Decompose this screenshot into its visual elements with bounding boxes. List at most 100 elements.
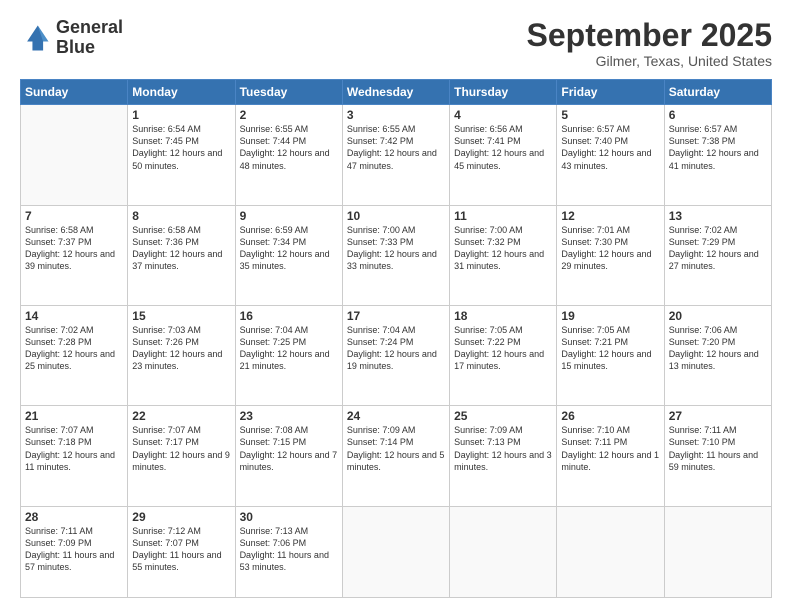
calendar-cell: 24Sunrise: 7:09 AM Sunset: 7:14 PM Dayli… bbox=[342, 406, 449, 506]
logo-text: General Blue bbox=[56, 18, 123, 58]
logo-icon bbox=[20, 22, 52, 54]
calendar-cell: 25Sunrise: 7:09 AM Sunset: 7:13 PM Dayli… bbox=[450, 406, 557, 506]
page: General Blue September 2025 Gilmer, Texa… bbox=[0, 0, 792, 612]
day-info: Sunrise: 7:13 AM Sunset: 7:06 PM Dayligh… bbox=[240, 525, 338, 574]
day-info: Sunrise: 6:54 AM Sunset: 7:45 PM Dayligh… bbox=[132, 123, 230, 172]
day-number: 5 bbox=[561, 108, 659, 122]
calendar-cell: 27Sunrise: 7:11 AM Sunset: 7:10 PM Dayli… bbox=[664, 406, 771, 506]
calendar-week-4: 21Sunrise: 7:07 AM Sunset: 7:18 PM Dayli… bbox=[21, 406, 772, 506]
col-thursday: Thursday bbox=[450, 80, 557, 105]
day-number: 8 bbox=[132, 209, 230, 223]
col-friday: Friday bbox=[557, 80, 664, 105]
day-info: Sunrise: 6:58 AM Sunset: 7:37 PM Dayligh… bbox=[25, 224, 123, 273]
day-number: 15 bbox=[132, 309, 230, 323]
day-info: Sunrise: 7:04 AM Sunset: 7:25 PM Dayligh… bbox=[240, 324, 338, 373]
day-info: Sunrise: 6:57 AM Sunset: 7:40 PM Dayligh… bbox=[561, 123, 659, 172]
day-number: 25 bbox=[454, 409, 552, 423]
title-block: September 2025 Gilmer, Texas, United Sta… bbox=[527, 18, 772, 69]
day-info: Sunrise: 7:12 AM Sunset: 7:07 PM Dayligh… bbox=[132, 525, 230, 574]
day-number: 22 bbox=[132, 409, 230, 423]
calendar-header-row: Sunday Monday Tuesday Wednesday Thursday… bbox=[21, 80, 772, 105]
logo: General Blue bbox=[20, 18, 123, 58]
calendar-cell: 17Sunrise: 7:04 AM Sunset: 7:24 PM Dayli… bbox=[342, 305, 449, 405]
day-number: 17 bbox=[347, 309, 445, 323]
day-number: 13 bbox=[669, 209, 767, 223]
calendar-cell: 3Sunrise: 6:55 AM Sunset: 7:42 PM Daylig… bbox=[342, 105, 449, 205]
day-number: 14 bbox=[25, 309, 123, 323]
calendar-cell: 28Sunrise: 7:11 AM Sunset: 7:09 PM Dayli… bbox=[21, 506, 128, 597]
day-number: 3 bbox=[347, 108, 445, 122]
day-number: 21 bbox=[25, 409, 123, 423]
location: Gilmer, Texas, United States bbox=[527, 53, 772, 69]
day-info: Sunrise: 7:02 AM Sunset: 7:28 PM Dayligh… bbox=[25, 324, 123, 373]
col-sunday: Sunday bbox=[21, 80, 128, 105]
calendar-cell: 18Sunrise: 7:05 AM Sunset: 7:22 PM Dayli… bbox=[450, 305, 557, 405]
day-number: 29 bbox=[132, 510, 230, 524]
day-info: Sunrise: 7:04 AM Sunset: 7:24 PM Dayligh… bbox=[347, 324, 445, 373]
day-info: Sunrise: 7:08 AM Sunset: 7:15 PM Dayligh… bbox=[240, 424, 338, 473]
day-info: Sunrise: 7:03 AM Sunset: 7:26 PM Dayligh… bbox=[132, 324, 230, 373]
calendar-cell: 11Sunrise: 7:00 AM Sunset: 7:32 PM Dayli… bbox=[450, 205, 557, 305]
col-monday: Monday bbox=[128, 80, 235, 105]
calendar-cell bbox=[664, 506, 771, 597]
day-number: 30 bbox=[240, 510, 338, 524]
day-number: 11 bbox=[454, 209, 552, 223]
day-info: Sunrise: 7:09 AM Sunset: 7:14 PM Dayligh… bbox=[347, 424, 445, 473]
calendar-cell: 15Sunrise: 7:03 AM Sunset: 7:26 PM Dayli… bbox=[128, 305, 235, 405]
calendar-cell: 5Sunrise: 6:57 AM Sunset: 7:40 PM Daylig… bbox=[557, 105, 664, 205]
calendar-cell: 1Sunrise: 6:54 AM Sunset: 7:45 PM Daylig… bbox=[128, 105, 235, 205]
day-info: Sunrise: 6:56 AM Sunset: 7:41 PM Dayligh… bbox=[454, 123, 552, 172]
calendar-cell: 30Sunrise: 7:13 AM Sunset: 7:06 PM Dayli… bbox=[235, 506, 342, 597]
day-number: 28 bbox=[25, 510, 123, 524]
day-info: Sunrise: 7:01 AM Sunset: 7:30 PM Dayligh… bbox=[561, 224, 659, 273]
calendar-cell: 14Sunrise: 7:02 AM Sunset: 7:28 PM Dayli… bbox=[21, 305, 128, 405]
day-info: Sunrise: 6:55 AM Sunset: 7:44 PM Dayligh… bbox=[240, 123, 338, 172]
day-info: Sunrise: 7:07 AM Sunset: 7:17 PM Dayligh… bbox=[132, 424, 230, 473]
day-number: 12 bbox=[561, 209, 659, 223]
calendar-cell: 9Sunrise: 6:59 AM Sunset: 7:34 PM Daylig… bbox=[235, 205, 342, 305]
header: General Blue September 2025 Gilmer, Texa… bbox=[20, 18, 772, 69]
day-number: 26 bbox=[561, 409, 659, 423]
day-info: Sunrise: 7:07 AM Sunset: 7:18 PM Dayligh… bbox=[25, 424, 123, 473]
calendar-cell: 23Sunrise: 7:08 AM Sunset: 7:15 PM Dayli… bbox=[235, 406, 342, 506]
calendar-cell: 13Sunrise: 7:02 AM Sunset: 7:29 PM Dayli… bbox=[664, 205, 771, 305]
day-info: Sunrise: 7:05 AM Sunset: 7:22 PM Dayligh… bbox=[454, 324, 552, 373]
day-info: Sunrise: 7:06 AM Sunset: 7:20 PM Dayligh… bbox=[669, 324, 767, 373]
day-number: 16 bbox=[240, 309, 338, 323]
calendar-table: Sunday Monday Tuesday Wednesday Thursday… bbox=[20, 79, 772, 598]
day-number: 23 bbox=[240, 409, 338, 423]
calendar-cell: 10Sunrise: 7:00 AM Sunset: 7:33 PM Dayli… bbox=[342, 205, 449, 305]
calendar-cell: 26Sunrise: 7:10 AM Sunset: 7:11 PM Dayli… bbox=[557, 406, 664, 506]
day-number: 19 bbox=[561, 309, 659, 323]
day-info: Sunrise: 6:55 AM Sunset: 7:42 PM Dayligh… bbox=[347, 123, 445, 172]
day-info: Sunrise: 7:00 AM Sunset: 7:32 PM Dayligh… bbox=[454, 224, 552, 273]
col-tuesday: Tuesday bbox=[235, 80, 342, 105]
day-number: 9 bbox=[240, 209, 338, 223]
day-info: Sunrise: 6:59 AM Sunset: 7:34 PM Dayligh… bbox=[240, 224, 338, 273]
col-saturday: Saturday bbox=[664, 80, 771, 105]
calendar-cell: 7Sunrise: 6:58 AM Sunset: 7:37 PM Daylig… bbox=[21, 205, 128, 305]
day-number: 2 bbox=[240, 108, 338, 122]
calendar-cell: 6Sunrise: 6:57 AM Sunset: 7:38 PM Daylig… bbox=[664, 105, 771, 205]
calendar-cell: 22Sunrise: 7:07 AM Sunset: 7:17 PM Dayli… bbox=[128, 406, 235, 506]
day-info: Sunrise: 7:02 AM Sunset: 7:29 PM Dayligh… bbox=[669, 224, 767, 273]
calendar-week-1: 1Sunrise: 6:54 AM Sunset: 7:45 PM Daylig… bbox=[21, 105, 772, 205]
calendar-cell bbox=[21, 105, 128, 205]
day-number: 27 bbox=[669, 409, 767, 423]
calendar-week-2: 7Sunrise: 6:58 AM Sunset: 7:37 PM Daylig… bbox=[21, 205, 772, 305]
day-number: 10 bbox=[347, 209, 445, 223]
day-info: Sunrise: 7:10 AM Sunset: 7:11 PM Dayligh… bbox=[561, 424, 659, 473]
day-info: Sunrise: 7:05 AM Sunset: 7:21 PM Dayligh… bbox=[561, 324, 659, 373]
day-info: Sunrise: 7:11 AM Sunset: 7:10 PM Dayligh… bbox=[669, 424, 767, 473]
day-info: Sunrise: 6:57 AM Sunset: 7:38 PM Dayligh… bbox=[669, 123, 767, 172]
calendar-cell: 21Sunrise: 7:07 AM Sunset: 7:18 PM Dayli… bbox=[21, 406, 128, 506]
day-number: 6 bbox=[669, 108, 767, 122]
calendar-cell: 29Sunrise: 7:12 AM Sunset: 7:07 PM Dayli… bbox=[128, 506, 235, 597]
calendar-cell bbox=[557, 506, 664, 597]
day-number: 24 bbox=[347, 409, 445, 423]
month-title: September 2025 bbox=[527, 18, 772, 53]
calendar-cell: 4Sunrise: 6:56 AM Sunset: 7:41 PM Daylig… bbox=[450, 105, 557, 205]
day-number: 20 bbox=[669, 309, 767, 323]
day-info: Sunrise: 7:00 AM Sunset: 7:33 PM Dayligh… bbox=[347, 224, 445, 273]
day-info: Sunrise: 7:09 AM Sunset: 7:13 PM Dayligh… bbox=[454, 424, 552, 473]
